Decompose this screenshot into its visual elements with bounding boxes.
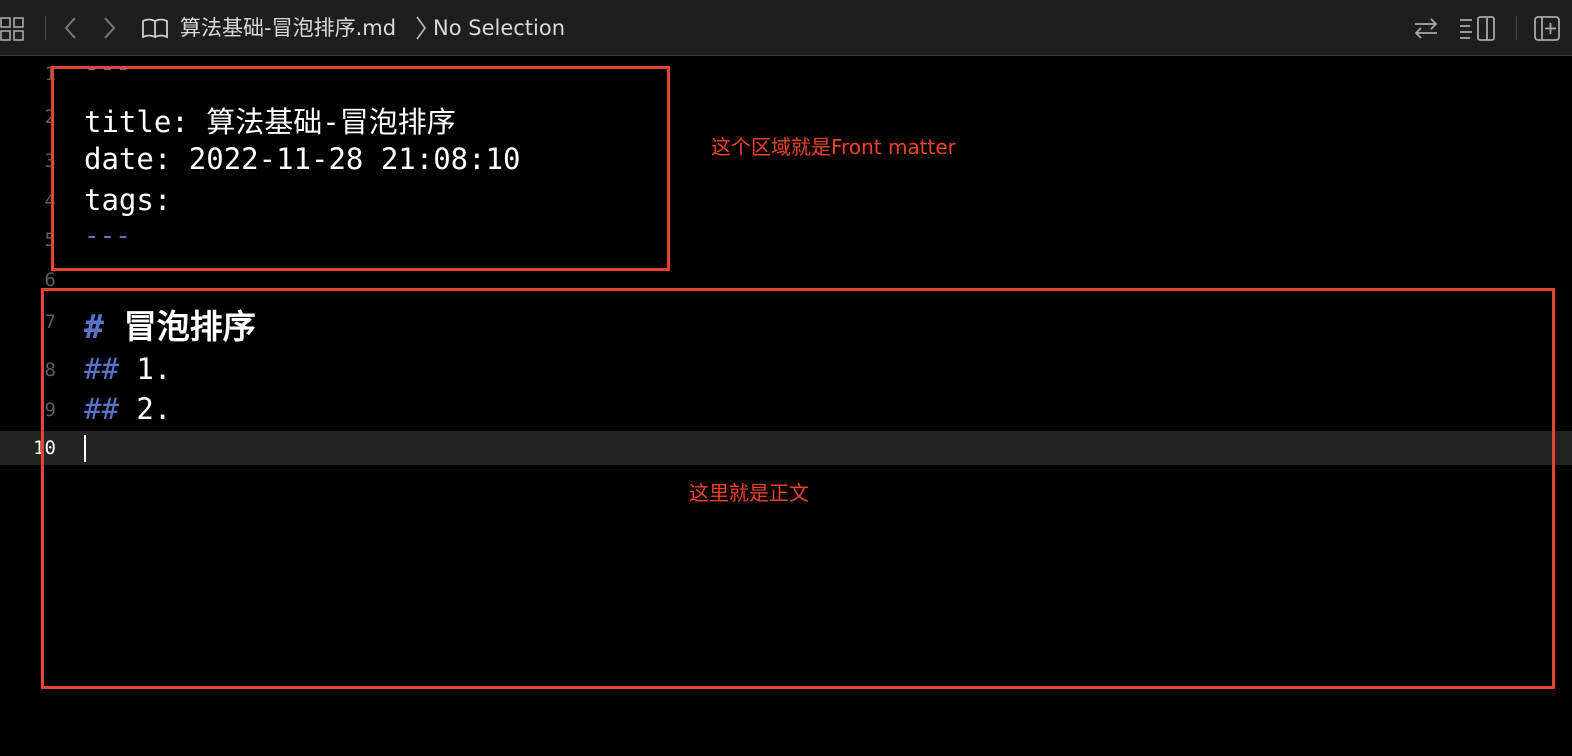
front-matter-annotation: 这个区域就是Front matter (711, 135, 956, 159)
breadcrumb-selection[interactable]: No Selection (433, 14, 565, 42)
body-annotation: 这里就是正文 (689, 481, 809, 505)
toolbar-divider (45, 16, 46, 40)
line-number: 4 (44, 190, 56, 212)
front-matter-annotation-box (51, 66, 670, 271)
swap-arrows-icon[interactable] (1412, 14, 1440, 46)
breadcrumb-file[interactable]: 算法基础-冒泡排序.md (180, 14, 396, 42)
line-number: 1 (44, 63, 56, 85)
add-editor-icon[interactable] (1532, 14, 1564, 46)
toolbar: 算法基础-冒泡排序.md No Selection (0, 0, 1572, 56)
inspector-toggle-icon[interactable] (1458, 14, 1498, 46)
forward-chevron-icon[interactable] (98, 14, 120, 46)
line-number: 3 (44, 150, 56, 172)
back-chevron-icon[interactable] (60, 14, 82, 46)
line-number: 2 (44, 106, 56, 128)
grid-icon[interactable] (0, 14, 28, 46)
book-icon (141, 14, 169, 46)
line-number: 5 (44, 229, 56, 251)
breadcrumb-chevron-icon (414, 14, 428, 46)
toolbar-divider-right (1516, 16, 1517, 40)
